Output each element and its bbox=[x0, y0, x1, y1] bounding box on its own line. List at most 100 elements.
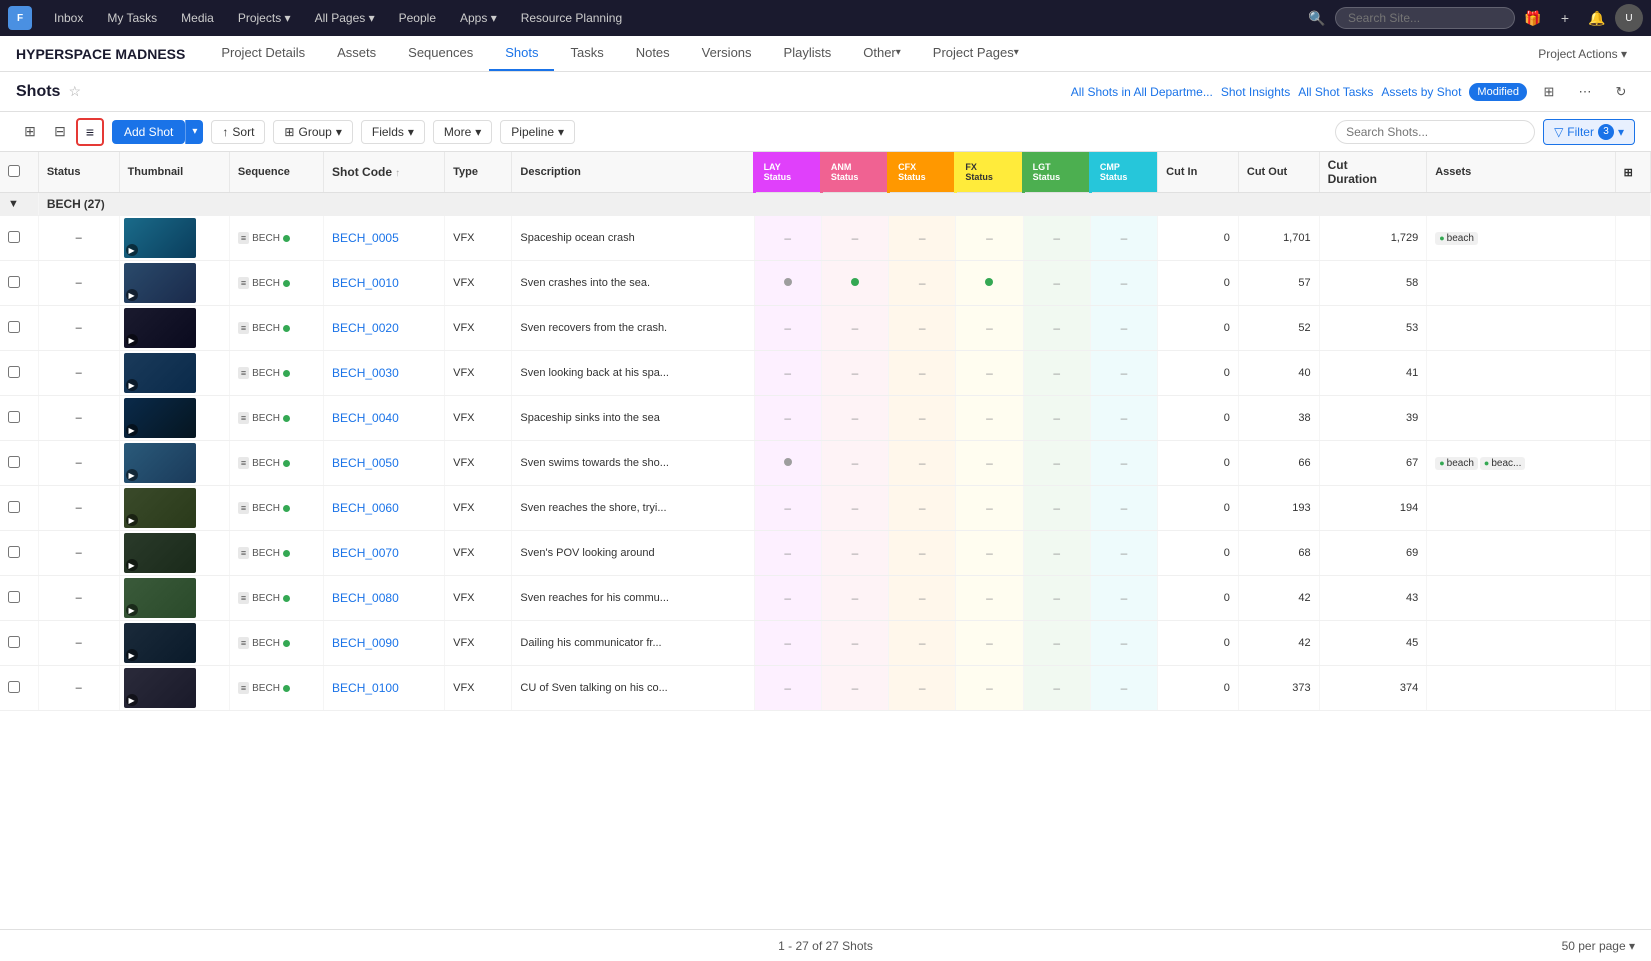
th-checkbox[interactable] bbox=[0, 152, 38, 193]
add-icon[interactable]: + bbox=[1551, 4, 1579, 32]
fields-button[interactable]: Fields ▾ bbox=[361, 120, 425, 144]
row-thumbnail[interactable]: ▶ bbox=[119, 216, 229, 261]
row-shot-code[interactable]: BECH_0060 bbox=[324, 486, 445, 531]
more-options-icon[interactable]: ⋯ bbox=[1571, 78, 1599, 106]
shot-code-link[interactable]: BECH_0010 bbox=[332, 276, 399, 290]
per-page-selector[interactable]: 50 per page ▾ bbox=[1562, 939, 1635, 953]
th-description[interactable]: Description bbox=[512, 152, 754, 193]
row-thumbnail[interactable]: ▶ bbox=[119, 306, 229, 351]
nav-my-tasks[interactable]: My Tasks bbox=[97, 7, 167, 29]
row-thumbnail[interactable]: ▶ bbox=[119, 621, 229, 666]
row-checkbox[interactable] bbox=[8, 501, 20, 513]
shot-code-link[interactable]: BECH_0005 bbox=[332, 231, 399, 245]
shot-code-link[interactable]: BECH_0040 bbox=[332, 411, 399, 425]
nav-all-pages[interactable]: All Pages bbox=[305, 7, 385, 29]
row-checkbox-cell[interactable] bbox=[0, 306, 38, 351]
th-lgt-status[interactable]: LGT Status bbox=[1023, 152, 1090, 193]
all-shot-tasks-link[interactable]: All Shot Tasks bbox=[1298, 85, 1373, 99]
refresh-icon[interactable]: ↻ bbox=[1607, 78, 1635, 106]
row-shot-code[interactable]: BECH_0005 bbox=[324, 216, 445, 261]
row-checkbox[interactable] bbox=[8, 411, 20, 423]
search-icon[interactable]: 🔍 bbox=[1303, 4, 1331, 32]
user-avatar[interactable]: U bbox=[1615, 4, 1643, 32]
tab-other[interactable]: Other bbox=[847, 36, 917, 71]
nav-inbox[interactable]: Inbox bbox=[44, 7, 93, 29]
row-checkbox[interactable] bbox=[8, 321, 20, 333]
add-shot-dropdown-button[interactable]: ▾ bbox=[185, 120, 203, 144]
th-shot-code[interactable]: Shot Code ↑ bbox=[324, 152, 445, 193]
star-icon[interactable]: ☆ bbox=[68, 83, 81, 100]
row-shot-code[interactable]: BECH_0030 bbox=[324, 351, 445, 396]
row-checkbox[interactable] bbox=[8, 591, 20, 603]
th-type[interactable]: Type bbox=[445, 152, 512, 193]
tab-shots[interactable]: Shots bbox=[489, 36, 554, 71]
search-shots-input[interactable] bbox=[1335, 120, 1535, 144]
tab-project-details[interactable]: Project Details bbox=[205, 36, 321, 71]
nav-apps[interactable]: Apps bbox=[450, 7, 507, 29]
row-checkbox[interactable] bbox=[8, 366, 20, 378]
nav-projects[interactable]: Projects bbox=[228, 7, 301, 29]
shot-code-link[interactable]: BECH_0030 bbox=[332, 366, 399, 380]
select-all-checkbox[interactable] bbox=[8, 165, 20, 177]
shot-code-link[interactable]: BECH_0080 bbox=[332, 591, 399, 605]
shot-insights-link[interactable]: Shot Insights bbox=[1221, 85, 1290, 99]
row-thumbnail[interactable]: ▶ bbox=[119, 576, 229, 621]
row-checkbox-cell[interactable] bbox=[0, 216, 38, 261]
list-view-btn[interactable]: ≡ bbox=[76, 118, 104, 146]
row-thumbnail[interactable]: ▶ bbox=[119, 396, 229, 441]
nav-resource-planning[interactable]: Resource Planning bbox=[511, 7, 632, 29]
row-thumbnail[interactable]: ▶ bbox=[119, 666, 229, 711]
th-cfx-status[interactable]: CFX Status bbox=[889, 152, 956, 193]
th-anm-status[interactable]: ANM Status bbox=[821, 152, 888, 193]
row-shot-code[interactable]: BECH_0050 bbox=[324, 441, 445, 486]
row-shot-code[interactable]: BECH_0090 bbox=[324, 621, 445, 666]
th-thumbnail[interactable]: Thumbnail bbox=[119, 152, 229, 193]
th-cmp-status[interactable]: CMP Status bbox=[1090, 152, 1157, 193]
notification-icon[interactable]: 🔔 bbox=[1583, 4, 1611, 32]
view-icon[interactable]: ⊞ bbox=[1535, 78, 1563, 106]
row-checkbox[interactable] bbox=[8, 276, 20, 288]
all-shots-link[interactable]: All Shots in All Departme... bbox=[1071, 85, 1213, 99]
row-thumbnail[interactable]: ▶ bbox=[119, 441, 229, 486]
row-checkbox-cell[interactable] bbox=[0, 621, 38, 666]
th-assets[interactable]: Assets bbox=[1427, 152, 1615, 193]
row-shot-code[interactable]: BECH_0010 bbox=[324, 261, 445, 306]
th-status[interactable]: Status bbox=[38, 152, 119, 193]
row-checkbox-cell[interactable] bbox=[0, 261, 38, 306]
shot-code-link[interactable]: BECH_0090 bbox=[332, 636, 399, 650]
shot-code-link[interactable]: BECH_0070 bbox=[332, 546, 399, 560]
global-search-input[interactable] bbox=[1335, 7, 1515, 29]
shot-code-link[interactable]: BECH_0100 bbox=[332, 681, 399, 695]
shot-code-link[interactable]: BECH_0050 bbox=[332, 456, 399, 470]
shots-table-container[interactable]: Status Thumbnail Sequence Shot Code ↑ Ty… bbox=[0, 152, 1651, 929]
row-thumbnail[interactable]: ▶ bbox=[119, 531, 229, 576]
gift-icon[interactable]: 🎁 bbox=[1519, 4, 1547, 32]
th-cut-duration[interactable]: CutDuration bbox=[1319, 152, 1427, 193]
tile-view-btn[interactable]: ⊟ bbox=[46, 118, 74, 146]
row-thumbnail[interactable]: ▶ bbox=[119, 351, 229, 396]
th-cut-in[interactable]: Cut In bbox=[1158, 152, 1239, 193]
th-extra[interactable]: ⊞ bbox=[1615, 152, 1650, 193]
row-checkbox-cell[interactable] bbox=[0, 486, 38, 531]
tab-assets[interactable]: Assets bbox=[321, 36, 392, 71]
grid-view-btn[interactable]: ⊞ bbox=[16, 118, 44, 146]
tab-tasks[interactable]: Tasks bbox=[554, 36, 619, 71]
row-shot-code[interactable]: BECH_0040 bbox=[324, 396, 445, 441]
row-checkbox[interactable] bbox=[8, 546, 20, 558]
row-checkbox-cell[interactable] bbox=[0, 396, 38, 441]
nav-media[interactable]: Media bbox=[171, 7, 224, 29]
shot-code-link[interactable]: BECH_0060 bbox=[332, 501, 399, 515]
tab-versions[interactable]: Versions bbox=[686, 36, 768, 71]
assets-by-shot-link[interactable]: Assets by Shot bbox=[1381, 85, 1461, 99]
more-button[interactable]: More ▾ bbox=[433, 120, 492, 144]
nav-people[interactable]: People bbox=[389, 7, 446, 29]
row-thumbnail[interactable]: ▶ bbox=[119, 261, 229, 306]
tab-project-pages[interactable]: Project Pages bbox=[917, 36, 1035, 71]
group-collapse-icon[interactable]: ▼ bbox=[0, 193, 38, 216]
tab-sequences[interactable]: Sequences bbox=[392, 36, 489, 71]
row-checkbox[interactable] bbox=[8, 231, 20, 243]
row-checkbox-cell[interactable] bbox=[0, 351, 38, 396]
row-checkbox[interactable] bbox=[8, 681, 20, 693]
row-checkbox-cell[interactable] bbox=[0, 576, 38, 621]
tab-playlists[interactable]: Playlists bbox=[768, 36, 848, 71]
